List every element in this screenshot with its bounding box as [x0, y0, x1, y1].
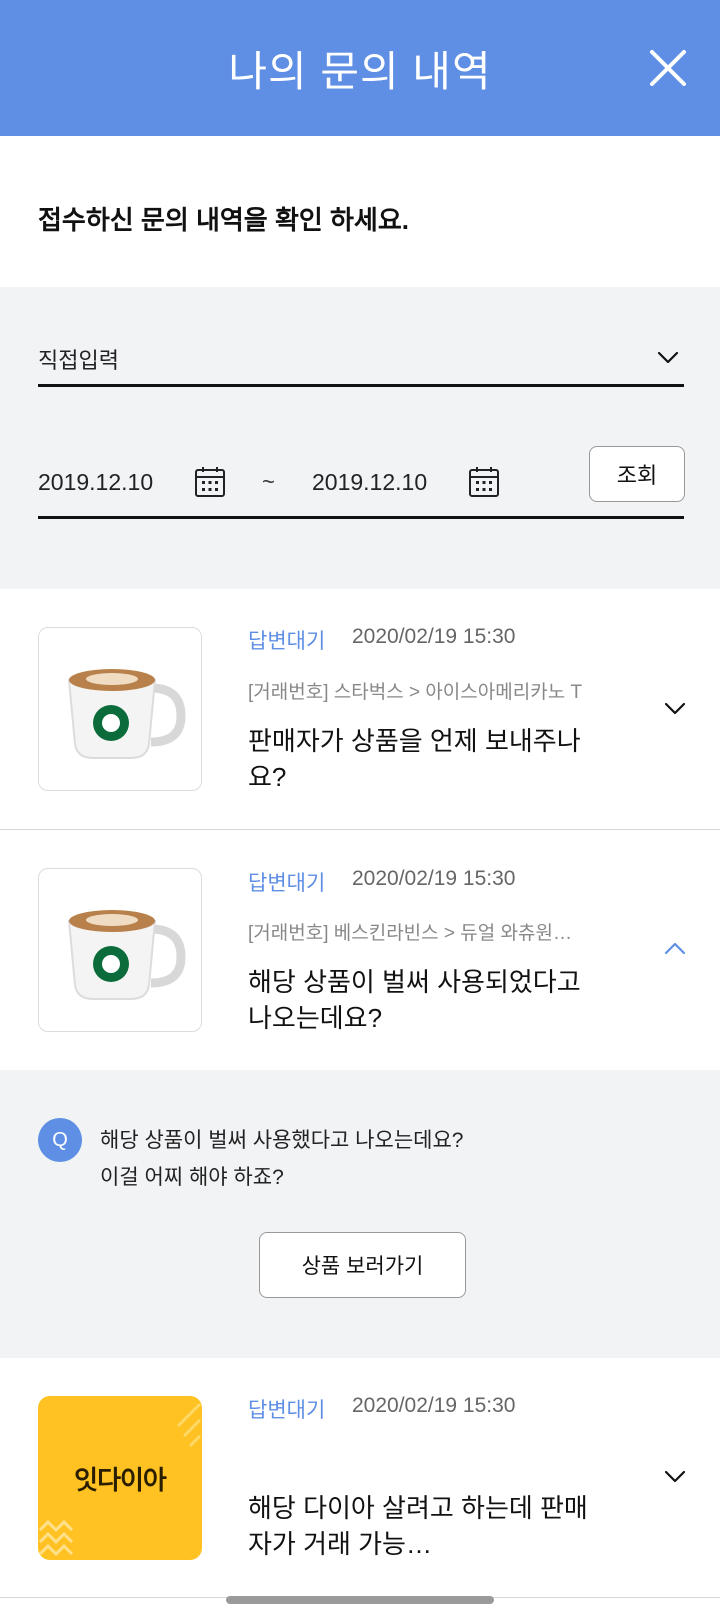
inquiry-question: 해당 상품이 벌써 사용되었다고 나오는데요?: [248, 967, 581, 1033]
product-thumbnail: [38, 868, 202, 1032]
inquiry-date: 2020/02/19 15:30: [352, 625, 516, 648]
intro-text: 접수하신 문의 내역을 확인 하세요.: [38, 205, 409, 235]
inquiry-date: 2020/02/19 15:30: [352, 1394, 516, 1417]
home-indicator[interactable]: [226, 1596, 494, 1604]
date-separator: ~: [262, 469, 275, 494]
status-badge: 답변대기: [248, 630, 326, 653]
page-title: 나의 문의 내역: [228, 48, 492, 95]
question-detail-line: 해당 상품이 벌써 사용했다고 나오는데요?: [100, 1129, 464, 1152]
inquiry-item[interactable]: 답변대기 2020/02/19 15:30 [거래번호] 베스킨라빈스 > 듀얼…: [0, 830, 720, 1070]
period-select[interactable]: 직접입력: [38, 335, 684, 387]
start-date-field[interactable]: 2019.12.10: [38, 469, 153, 496]
date-range: 2019.12.10 ~ 2019.12.10 조회: [38, 446, 685, 519]
product-thumbnail: [38, 627, 202, 791]
period-select-value: 직접입력: [38, 348, 119, 373]
inquiry-question: 해당 다이아 살려고 하는데 판매자가 거래 가능…: [248, 1493, 588, 1559]
question-detail-line: 이걸 어찌 해야 하죠?: [100, 1166, 284, 1189]
search-button[interactable]: 조회: [589, 446, 685, 502]
filter-panel: 직접입력 2019.12.10 ~ 2019.12.10 조회: [0, 287, 720, 589]
chevron-up-icon[interactable]: [663, 937, 687, 961]
chevron-down-icon[interactable]: [663, 696, 687, 720]
view-product-button[interactable]: 상품 보러가기: [259, 1232, 466, 1298]
inquiry-item[interactable]: 답변대기 2020/02/19 15:30 [거래번호] 스타벅스 > 아이스아…: [0, 589, 720, 829]
question-detail: 해당 상품이 벌써 사용했다고 나오는데요? 이걸 어찌 해야 하죠?: [100, 1122, 463, 1196]
trade-info: [거래번호] 스타벅스 > 아이스아메리카노 T: [248, 682, 583, 703]
inquiry-question: 판매자가 상품을 언제 보내주나요?: [248, 726, 581, 792]
inquiry-detail-panel: Q 해당 상품이 벌써 사용했다고 나오는데요? 이걸 어찌 해야 하죠? 상품…: [0, 1070, 720, 1358]
trade-info: [거래번호] 베스킨라빈스 > 듀얼 와츄원…: [248, 923, 572, 944]
coffee-cup-icon: [67, 910, 186, 1000]
end-date-field[interactable]: 2019.12.10: [312, 469, 427, 496]
brand-logo-text: 잇다이아: [74, 1465, 167, 1495]
brand-thumbnail: 잇다이아: [38, 1396, 202, 1560]
close-icon: [650, 50, 686, 86]
coffee-cup-icon: [67, 669, 186, 759]
close-button[interactable]: [648, 48, 688, 88]
inquiry-date: 2020/02/19 15:30: [352, 867, 516, 890]
status-badge: 답변대기: [248, 872, 326, 895]
chevron-down-icon[interactable]: [663, 1464, 687, 1488]
question-badge: Q: [38, 1118, 82, 1162]
calendar-icon[interactable]: [468, 465, 500, 499]
chevron-down-icon: [657, 351, 679, 364]
calendar-icon[interactable]: [194, 465, 226, 499]
status-badge: 답변대기: [248, 1399, 326, 1422]
header-bar: 나의 문의 내역: [0, 0, 720, 136]
